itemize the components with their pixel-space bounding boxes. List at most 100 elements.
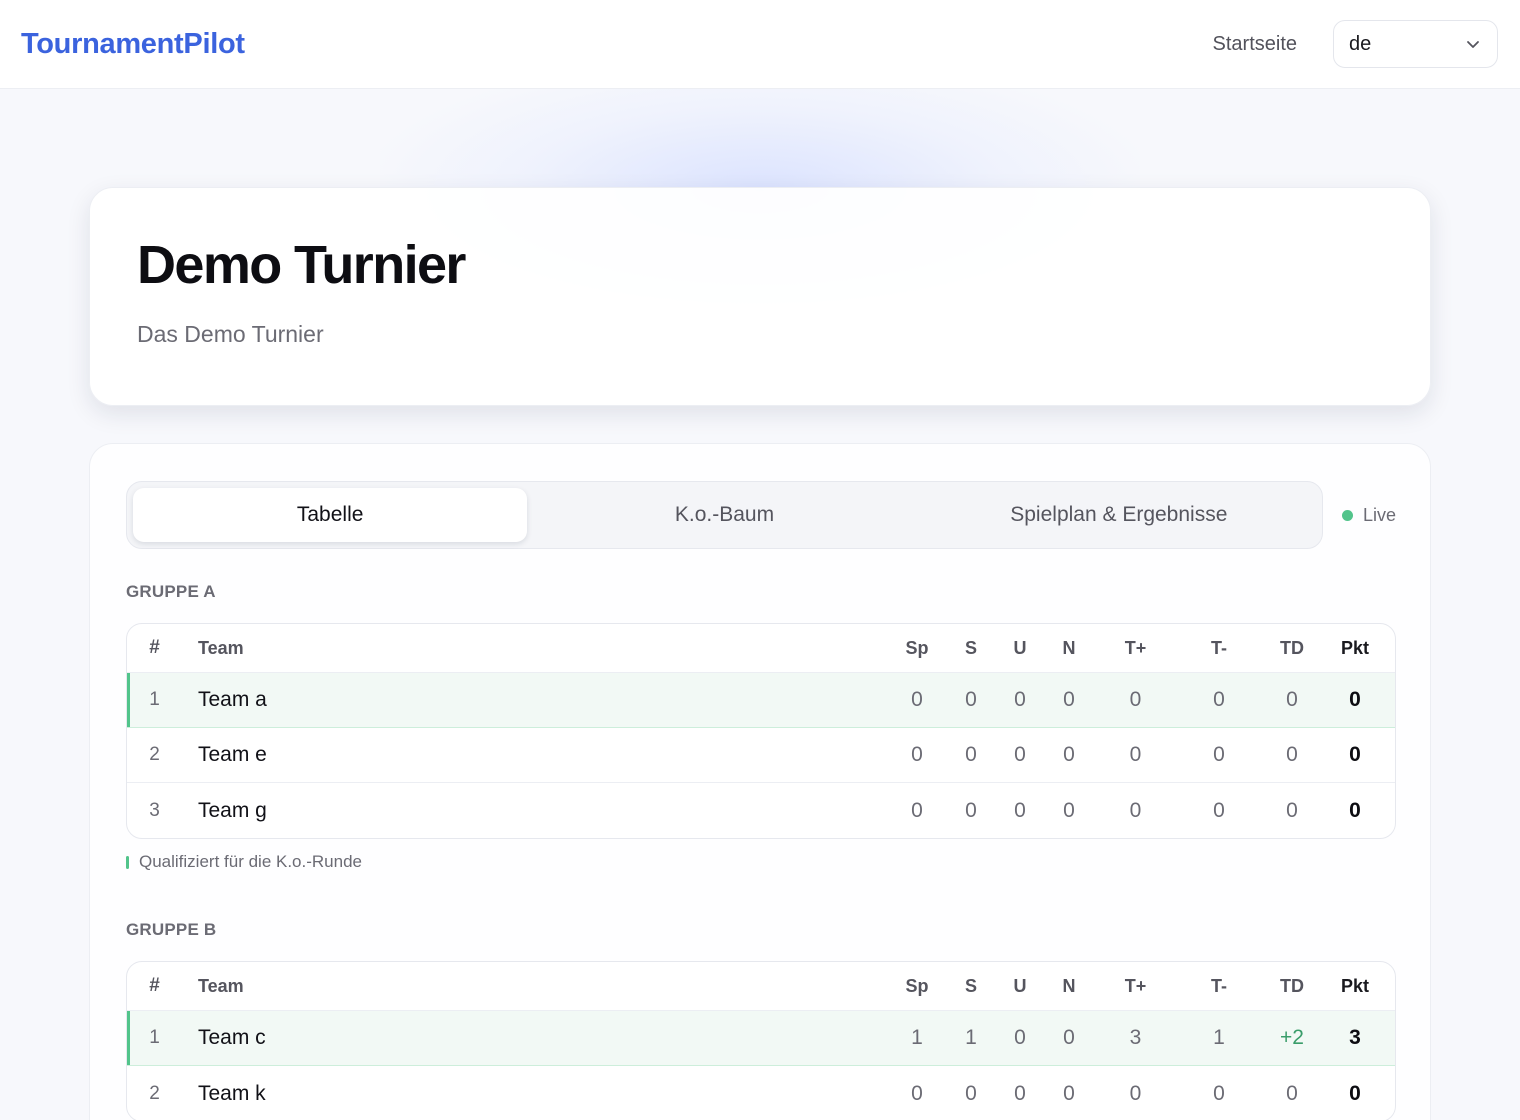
cell-s: 1 [965,1026,977,1049]
col-rank: # [149,637,160,658]
col-team: Team [198,975,244,996]
table-header: # Team Sp S U N T+ T- TD Pkt [127,624,1395,673]
team-name: Team e [198,743,267,766]
rank: 2 [149,744,160,765]
rank: 1 [149,1027,160,1048]
cell-sp: 0 [911,743,923,766]
cell-n: 0 [1063,688,1075,711]
standings-card: Tabelle K.o.-Baum Spielplan & Ergebnisse… [89,443,1431,1120]
cell-s: 0 [965,1081,977,1105]
page-title: Demo Turnier [137,235,466,295]
cell-u: 0 [1014,1081,1026,1105]
live-label: Live [1362,504,1396,525]
cell-sp: 0 [911,798,923,822]
team-name: Team k [198,1081,266,1105]
cell-sp: 1 [911,1026,923,1049]
qualified-marker-icon [126,855,129,869]
tab-ko-baum[interactable]: K.o.-Baum [527,488,921,542]
team-name: Team g [198,798,267,822]
team-name: Team a [198,688,267,711]
cell-tplus: 3 [1129,1026,1142,1049]
live-indicator: Live [1341,481,1396,549]
legend-label: Qualifiziert für die K.o.-Runde [139,852,362,871]
home-link[interactable]: Startseite [1213,33,1297,56]
cell-n: 0 [1063,1026,1075,1049]
cell-sp: 0 [911,1081,923,1105]
cell-tminus: 0 [1213,1081,1225,1105]
col-team: Team [198,637,244,658]
cell-s: 0 [965,688,977,711]
cell-pkt: 3 [1349,1026,1361,1049]
col-n: N [1062,637,1076,658]
rank: 1 [149,689,160,710]
cell-tminus: 0 [1213,743,1225,766]
table-row: 1 Team a 0 0 0 0 0 0 0 0 [127,673,1395,728]
cell-pkt: 0 [1349,798,1361,822]
chevron-down-icon [1464,35,1482,53]
cell-td: 0 [1286,798,1298,822]
col-rank: # [149,975,160,996]
cell-tminus: 0 [1213,798,1225,822]
cell-s: 0 [965,743,977,766]
cell-s: 0 [965,798,977,822]
cell-u: 0 [1014,1026,1026,1049]
col-u: U [1013,637,1027,658]
cell-u: 0 [1014,688,1026,711]
table-row: 2 Team e 0 0 0 0 0 0 0 0 [127,728,1395,783]
cell-tplus: 0 [1129,743,1142,766]
cell-n: 0 [1063,743,1075,766]
group-title: GRUPPE B [126,920,217,939]
col-td: TD [1280,975,1304,996]
cell-sp: 0 [911,688,923,711]
nav-right: Startseite de [1213,20,1498,68]
table-header: # Team Sp S U N T+ T- TD Pkt [127,962,1395,1011]
group-title: GRUPPE A [126,582,216,601]
tab-tabelle[interactable]: Tabelle [133,488,528,542]
standings-table: # Team Sp S U N T+ T- TD Pkt 1 Team c 1 … [126,961,1396,1120]
standings-table: # Team Sp S U N T+ T- TD Pkt 1 Team a 0 … [126,623,1396,839]
cell-n: 0 [1063,798,1075,822]
col-tminus: T- [1211,975,1227,996]
language-select[interactable]: de [1333,20,1498,68]
language-value: de [1349,32,1372,55]
cell-tminus: 1 [1213,1026,1225,1049]
col-td: TD [1280,637,1304,658]
brand-logo[interactable]: TournamentPilot [21,28,245,61]
cell-td: 0 [1286,1081,1298,1105]
table-row: 2 Team k 0 0 0 0 0 0 0 0 [127,1066,1395,1120]
col-n: N [1062,975,1076,996]
rank: 2 [149,1082,160,1104]
cell-td: 0 [1286,688,1298,711]
top-navigation: TournamentPilot Startseite de [0,0,1520,89]
col-tminus: T- [1211,637,1227,658]
team-name: Team c [198,1026,266,1049]
group-b: GRUPPE B # Team Sp S U N T+ T- TD Pkt 1 … [126,919,1396,1120]
cell-tplus: 0 [1129,798,1142,822]
table-row: 1 Team c 1 1 0 0 3 1 +2 3 [127,1011,1395,1066]
tab-bar: Tabelle K.o.-Baum Spielplan & Ergebnisse [126,481,1323,549]
cell-td: 0 [1286,743,1298,766]
tabs-row: Tabelle K.o.-Baum Spielplan & Ergebnisse… [126,481,1396,549]
cell-tplus: 0 [1129,1081,1142,1105]
col-sp: Sp [905,975,929,996]
cell-tminus: 0 [1213,688,1225,711]
cell-td: +2 [1280,1026,1304,1049]
tab-spielplan[interactable]: Spielplan & Ergebnisse [922,488,1316,542]
tournament-header-card: Demo Turnier Das Demo Turnier [89,187,1431,406]
table-row: 3 Team g 0 0 0 0 0 0 0 0 [127,783,1395,838]
col-tplus: T+ [1124,975,1147,996]
rank: 3 [149,799,160,821]
cell-n: 0 [1063,1081,1075,1105]
col-pkt: Pkt [1340,637,1369,658]
cell-pkt: 0 [1349,688,1361,711]
live-dot-icon [1341,509,1353,521]
cell-u: 0 [1014,743,1026,766]
qualification-legend: Qualifiziert für die K.o.-Runde [126,852,1396,872]
group-a: GRUPPE A # Team Sp S U N T+ T- TD Pkt 1 … [126,581,1396,872]
col-sp: Sp [905,637,929,658]
cell-pkt: 0 [1349,743,1361,766]
col-s: S [964,975,977,996]
col-tplus: T+ [1124,637,1147,658]
col-s: S [964,637,977,658]
cell-pkt: 0 [1349,1081,1361,1105]
